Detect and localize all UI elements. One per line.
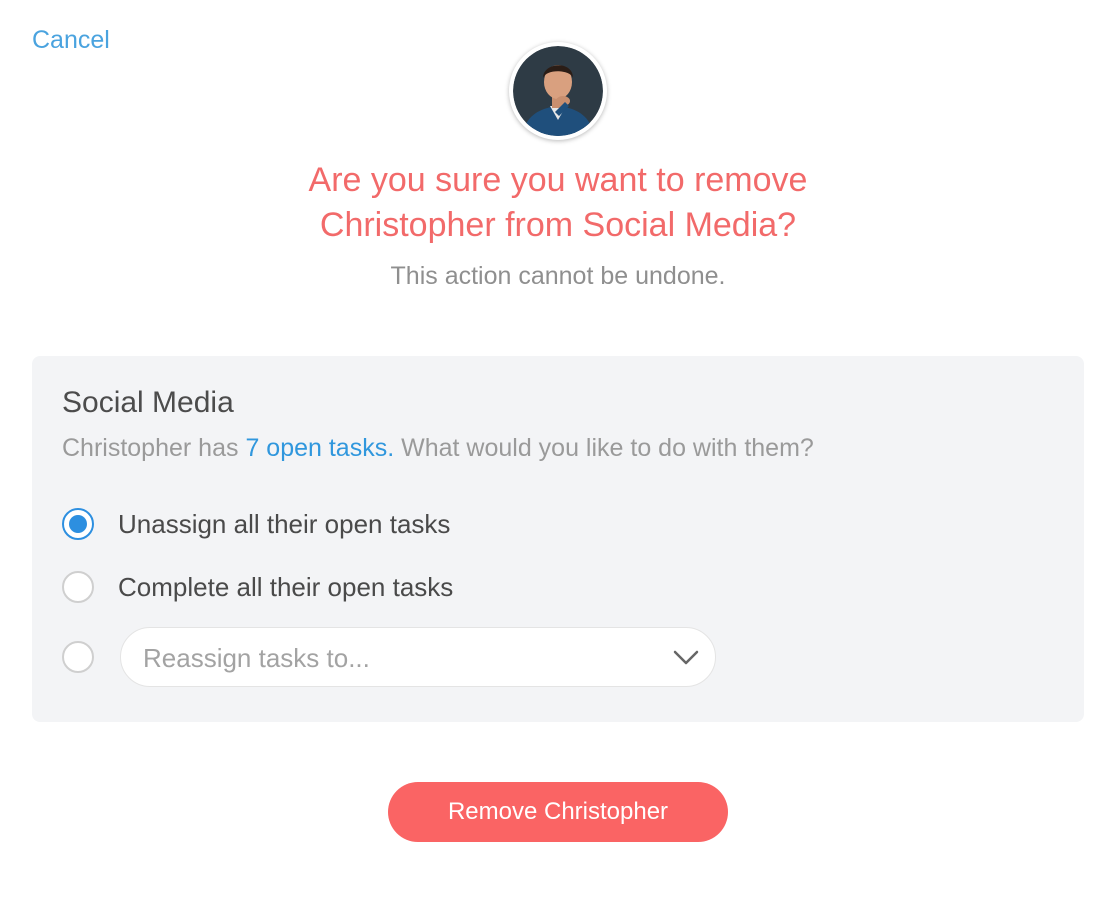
open-tasks-link[interactable]: 7 open tasks. [245, 434, 394, 462]
remove-member-dialog: Cancel Are you sure you want to remove C… [0, 0, 1120, 900]
option-complete[interactable]: Complete all their open tasks [62, 569, 453, 605]
description-prefix: Christopher has [62, 434, 246, 462]
team-name: Social Media [62, 386, 234, 419]
avatar-photo-icon [513, 46, 603, 136]
dialog-title-line1: Are you sure you want to remove [308, 161, 808, 199]
option-unassign-label: Unassign all their open tasks [118, 508, 451, 539]
reassign-select[interactable]: Reassign tasks to... [120, 627, 716, 687]
dialog-title: Are you sure you want to remove Christop… [160, 158, 956, 248]
description-suffix: What would you like to do with them? [394, 434, 814, 462]
open-tasks-description: Christopher has 7 open tasks. What would… [62, 434, 814, 463]
remove-member-button[interactable]: Remove Christopher [388, 782, 728, 842]
radio-complete[interactable] [62, 571, 94, 603]
radio-unassign[interactable] [62, 508, 94, 540]
option-reassign[interactable] [62, 639, 94, 675]
avatar [509, 42, 607, 140]
dialog-title-line2: Christopher from Social Media? [319, 206, 797, 244]
dialog-subtitle: This action cannot be undone. [390, 262, 726, 290]
reassign-select-placeholder: Reassign tasks to... [143, 643, 370, 673]
team-panel: Social Media Christopher has 7 open task… [32, 356, 1084, 722]
cancel-button[interactable]: Cancel [32, 26, 110, 55]
option-complete-label: Complete all their open tasks [118, 571, 454, 602]
radio-reassign[interactable] [62, 641, 94, 673]
option-unassign[interactable]: Unassign all their open tasks [62, 506, 450, 542]
chevron-down-icon [673, 650, 699, 665]
